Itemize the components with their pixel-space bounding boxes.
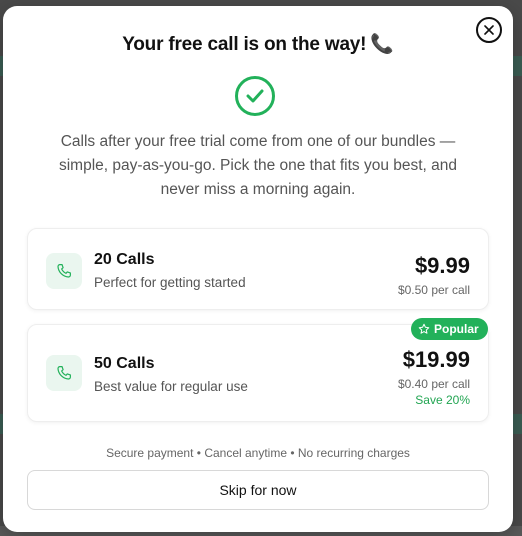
telephone-icon: 📞 bbox=[370, 34, 394, 55]
bundle-price: $19.99 bbox=[402, 347, 470, 372]
modal-title: Your free call is on the way! 📞 bbox=[3, 32, 513, 56]
phone-icon bbox=[46, 355, 82, 391]
popular-badge: Popular bbox=[411, 318, 488, 340]
star-icon bbox=[418, 323, 430, 334]
modal-title-text: Your free call is on the way! bbox=[122, 34, 367, 55]
bundle-name: 50 Calls bbox=[94, 355, 155, 372]
bundle-card-20-calls[interactable]: 20 Calls Perfect for getting started $9.… bbox=[27, 228, 489, 310]
skip-button[interactable]: Skip for now bbox=[27, 470, 489, 510]
bundle-per-call: $0.50 per call bbox=[397, 283, 470, 297]
bundle-description: Perfect for getting started bbox=[94, 275, 246, 290]
bundle-price: $9.99 bbox=[414, 253, 470, 278]
bundle-name: 20 Calls bbox=[94, 251, 155, 268]
popular-badge-label: Popular bbox=[434, 322, 479, 336]
bundle-offer-modal: Your free call is on the way! 📞 Calls aft… bbox=[3, 6, 513, 532]
bundle-description: Best value for regular use bbox=[94, 379, 248, 394]
modal-subtitle: Calls after your free trial come from on… bbox=[58, 133, 458, 198]
check-circle-icon bbox=[235, 76, 275, 116]
payment-note: Secure payment • Cancel anytime • No rec… bbox=[106, 446, 410, 460]
bundle-per-call: $0.40 per call bbox=[397, 377, 470, 391]
phone-icon bbox=[46, 253, 82, 289]
bundle-savings: Save 20% bbox=[415, 393, 470, 407]
